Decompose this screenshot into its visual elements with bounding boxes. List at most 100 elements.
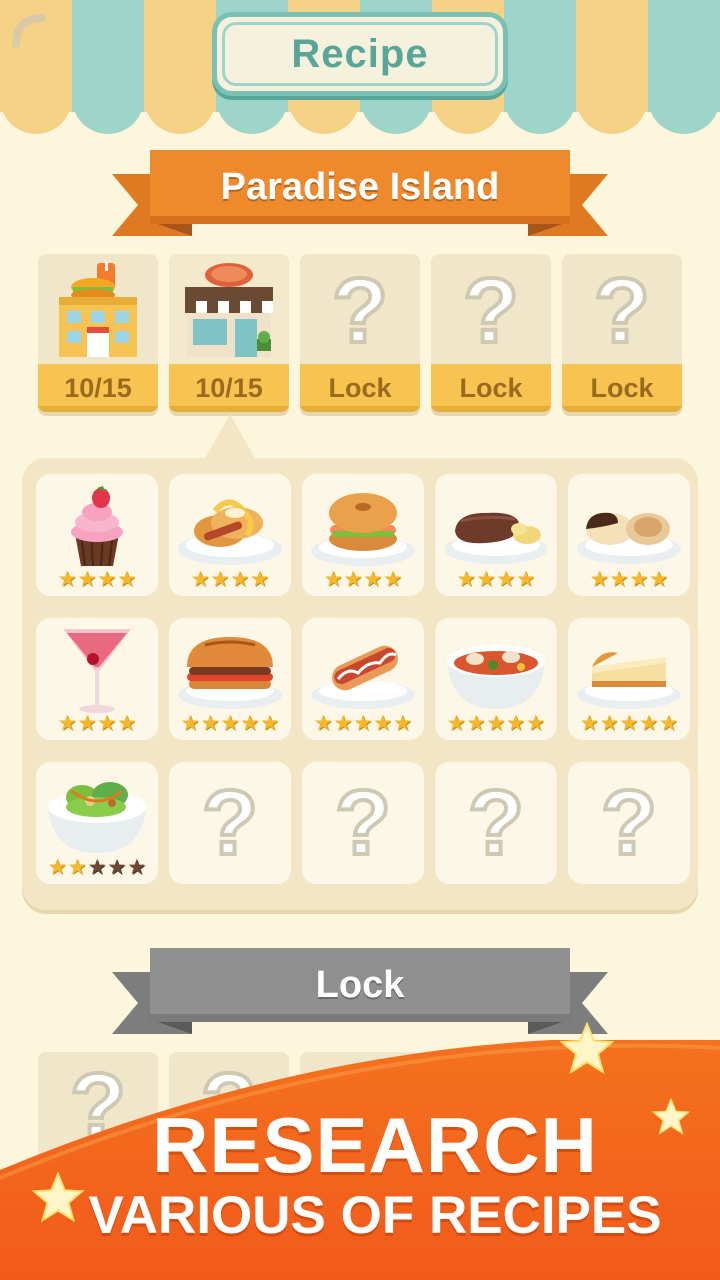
star-filled-icon: ★	[599, 711, 619, 735]
star-rating: ★ ★ ★ ★	[36, 712, 158, 734]
star-filled-icon: ★	[230, 567, 250, 591]
recipe-card-locked[interactable]: ?	[302, 762, 424, 884]
star-filled-icon: ★	[333, 711, 353, 735]
back-arc-icon	[12, 14, 46, 48]
recipe-card[interactable]: ★ ★ ★ ★	[568, 474, 690, 596]
locked-region-title: Lock	[315, 963, 405, 1006]
star-rating: ★ ★ ★ ★	[435, 568, 557, 590]
star-rating: ★ ★ ★ ★	[568, 568, 690, 590]
region-banner: Paradise Island	[112, 150, 608, 242]
salad-icon	[36, 768, 158, 860]
locked-region-banner: Lock	[112, 948, 608, 1040]
burger-icon	[169, 624, 291, 716]
recipe-card[interactable]: ★ ★ ★ ★	[36, 474, 158, 596]
star-filled-icon: ★	[210, 567, 230, 591]
star-filled-icon: ★	[57, 711, 77, 735]
star-filled-icon: ★	[180, 711, 200, 735]
star-filled-icon: ★	[260, 711, 280, 735]
cheesecake-icon	[568, 624, 690, 716]
star-empty-icon: ★	[107, 855, 127, 879]
star-rating: ★ ★ ★ ★	[36, 568, 158, 590]
recipe-card-locked[interactable]: ?	[435, 762, 557, 884]
question-mark-icon: ?	[333, 772, 393, 874]
star-filled-icon: ★	[117, 567, 137, 591]
star-filled-icon: ★	[629, 567, 649, 591]
star-rating: ★ ★ ★ ★ ★	[568, 712, 690, 734]
question-mark-icon: ?	[461, 260, 521, 362]
star-filled-icon: ★	[77, 711, 97, 735]
restaurant-card-locked[interactable]: ? Lock	[562, 254, 682, 412]
star-filled-icon: ★	[383, 567, 403, 591]
star-filled-icon: ★	[393, 711, 413, 735]
back-button[interactable]	[10, 10, 50, 50]
promo-headline: RESEARCH	[152, 1101, 598, 1189]
restaurant-lock-label: Lock	[431, 364, 551, 412]
star-empty-icon: ★	[87, 855, 107, 879]
sparkle-star-icon	[560, 1022, 614, 1075]
star-filled-icon: ★	[353, 711, 373, 735]
restaurant-progress: 10/15	[38, 364, 158, 412]
star-filled-icon: ★	[373, 711, 393, 735]
recipe-card[interactable]: ★ ★ ★ ★ ★	[302, 618, 424, 740]
question-mark-icon: ?	[200, 772, 260, 874]
star-rating: ★ ★ ★ ★	[302, 568, 424, 590]
recipe-card[interactable]: ★ ★ ★ ★	[36, 618, 158, 740]
macarons-icon	[568, 480, 690, 572]
recipe-card[interactable]: ★ ★ ★ ★ ★	[36, 762, 158, 884]
star-filled-icon: ★	[240, 711, 260, 735]
page-title: Recipe	[291, 31, 429, 76]
hot-dog-icon	[302, 624, 424, 716]
restaurant-card-locked[interactable]: ? Lock	[300, 254, 420, 412]
star-filled-icon: ★	[579, 711, 599, 735]
star-filled-icon: ★	[343, 567, 363, 591]
recipe-card[interactable]: ★ ★ ★ ★	[435, 474, 557, 596]
recipe-card-locked[interactable]: ?	[169, 762, 291, 884]
star-filled-icon: ★	[609, 567, 629, 591]
star-empty-icon: ★	[127, 855, 147, 879]
region-title: Paradise Island	[220, 165, 500, 208]
star-rating: ★ ★ ★ ★ ★	[169, 712, 291, 734]
restaurant-card-selected[interactable]: 10/15	[169, 254, 289, 412]
title-plate: Recipe	[212, 12, 508, 96]
steak-potato-icon	[435, 480, 557, 572]
restaurant-card-locked[interactable]: ? Lock	[431, 254, 551, 412]
pancakes-icon	[169, 480, 291, 572]
question-mark-icon: ?	[592, 260, 652, 362]
star-filled-icon: ★	[313, 711, 333, 735]
star-rating: ★ ★ ★ ★ ★	[302, 712, 424, 734]
star-rating: ★ ★ ★ ★ ★	[36, 856, 158, 878]
star-filled-icon: ★	[619, 711, 639, 735]
star-filled-icon: ★	[57, 567, 77, 591]
star-filled-icon: ★	[97, 711, 117, 735]
cupcake-icon	[36, 480, 158, 572]
question-mark-icon: ?	[330, 260, 390, 362]
recipe-card[interactable]: ★ ★ ★ ★	[302, 474, 424, 596]
recipe-card[interactable]: ★ ★ ★ ★ ★	[568, 618, 690, 740]
recipe-card[interactable]: ★ ★ ★ ★ ★	[435, 618, 557, 740]
star-filled-icon: ★	[323, 567, 343, 591]
star-filled-icon: ★	[516, 567, 536, 591]
star-filled-icon: ★	[476, 567, 496, 591]
star-filled-icon: ★	[639, 711, 659, 735]
star-filled-icon: ★	[67, 855, 87, 879]
star-filled-icon: ★	[97, 567, 117, 591]
star-filled-icon: ★	[446, 711, 466, 735]
star-filled-icon: ★	[466, 711, 486, 735]
question-mark-icon: ?	[466, 772, 526, 874]
star-filled-icon: ★	[117, 711, 137, 735]
star-filled-icon: ★	[486, 711, 506, 735]
recipe-card[interactable]: ★ ★ ★ ★ ★	[169, 618, 291, 740]
star-rating: ★ ★ ★ ★	[169, 568, 291, 590]
recipe-grid: ★ ★ ★ ★ ★ ★ ★ ★ ★ ★ ★ ★ ★ ★ ★ ★ ★ ★ ★ ★ …	[36, 474, 690, 884]
recipe-card-locked[interactable]: ?	[568, 762, 690, 884]
fast-food-restaurant-icon	[38, 258, 158, 364]
star-filled-icon: ★	[250, 567, 270, 591]
recipe-card[interactable]: ★ ★ ★ ★	[169, 474, 291, 596]
star-rating: ★ ★ ★ ★ ★	[435, 712, 557, 734]
star-filled-icon: ★	[47, 855, 67, 879]
restaurant-lock-label: Lock	[300, 364, 420, 412]
restaurant-lock-label: Lock	[562, 364, 682, 412]
star-filled-icon: ★	[190, 567, 210, 591]
restaurant-card[interactable]: 10/15	[38, 254, 158, 412]
star-filled-icon: ★	[200, 711, 220, 735]
